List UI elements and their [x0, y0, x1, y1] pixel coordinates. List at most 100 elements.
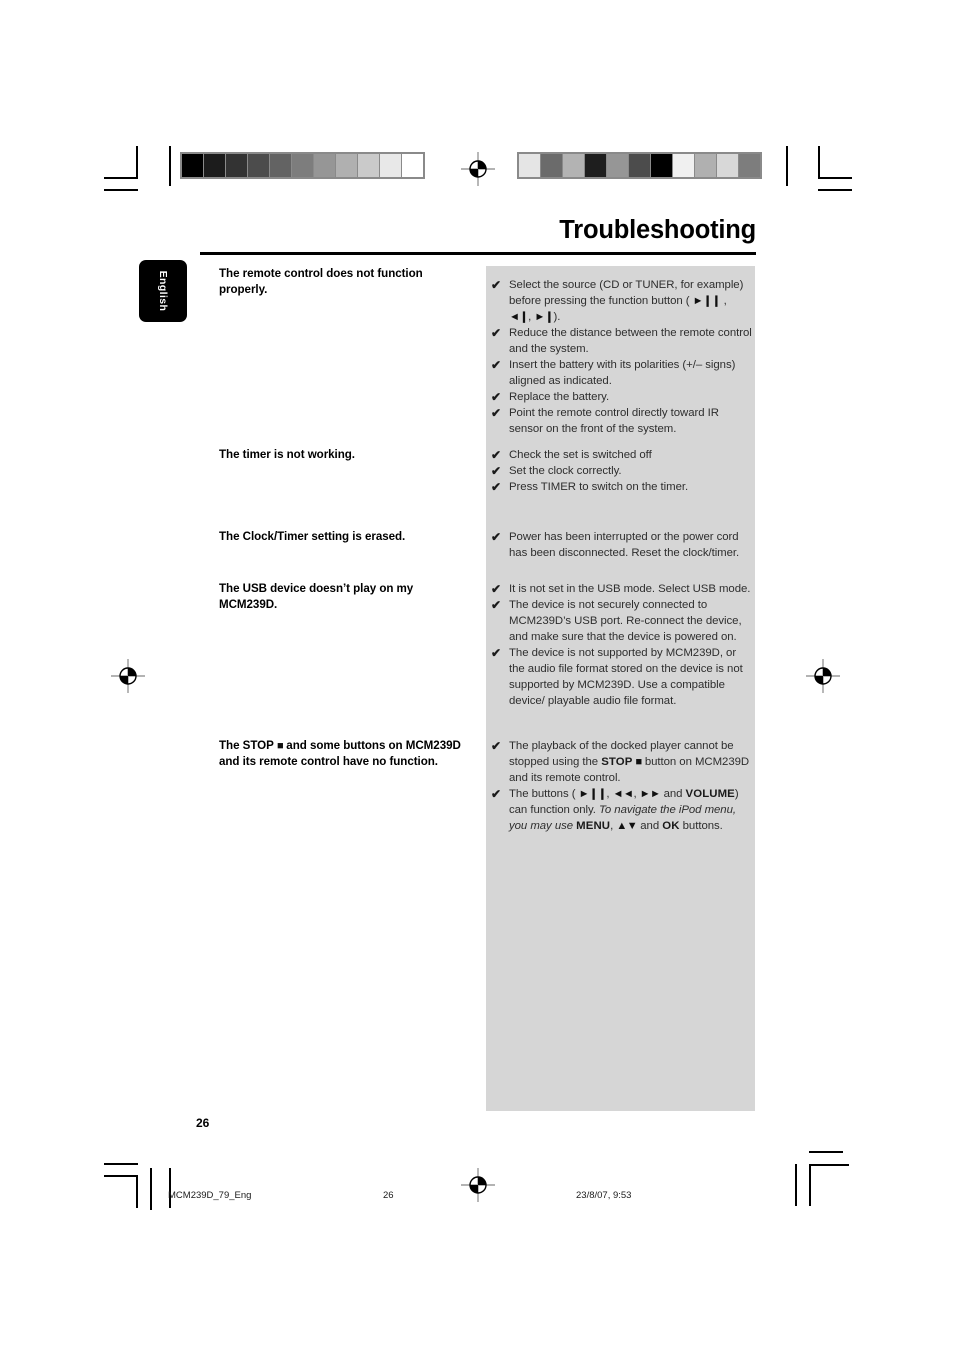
solution-item: ✔ It is not set in the USB mode. Select U… — [488, 581, 752, 597]
registration-mark-footer-center — [461, 1168, 495, 1202]
language-tab-label: English — [157, 270, 169, 312]
color-patch — [651, 154, 672, 177]
color-patch — [739, 154, 760, 177]
crop-mark-bottom-left-corner-horizontal — [104, 1175, 138, 1177]
color-patch — [204, 154, 225, 177]
checkmark-icon: ✔ — [491, 448, 502, 462]
checkmark-icon: ✔ — [491, 464, 502, 478]
checkmark-icon: ✔ — [491, 390, 502, 404]
crop-mark-bottom-right-upper-horizontal — [809, 1151, 843, 1153]
solution-group: ✔ Select the source (CD or TUNER, for exa… — [488, 277, 752, 437]
solution-text: The playback of the docked player cannot… — [509, 740, 750, 784]
crop-mark-top-left-lower-horizontal — [104, 189, 138, 191]
page-number: 26 — [196, 1116, 210, 1130]
color-patch — [563, 154, 584, 177]
solution-text: Set the clock correctly. — [509, 465, 622, 477]
language-tab: English — [139, 260, 187, 322]
solution-text: Replace the battery. — [509, 391, 610, 403]
solution-item: ✔ The device is not supported by MCM239D,… — [488, 645, 752, 709]
color-patch — [673, 154, 694, 177]
color-patch — [226, 154, 247, 177]
solution-text: It is not set in the USB mode. Select US… — [509, 583, 751, 595]
page-title: Troubleshooting — [559, 216, 756, 244]
solution-text: Insert the battery with its polarities (… — [509, 359, 736, 387]
crop-mark-bottom-right-corner-horizontal — [809, 1164, 849, 1166]
registration-mark-top-center — [461, 152, 495, 186]
solution-text: The buttons ( ►❙❙, ◄◄, ►► and VOLUME) ca… — [509, 788, 739, 832]
solution-item: ✔ The buttons ( ►❙❙, ◄◄, ►► and VOLUME) c… — [488, 786, 752, 834]
crop-mark-bottom-left-corner-vertical — [136, 1175, 138, 1208]
color-patch — [336, 154, 357, 177]
solution-item: ✔ Set the clock correctly. — [488, 463, 752, 479]
footer-timestamp: 23/8/07, 9:53 — [576, 1190, 632, 1201]
color-patch — [248, 154, 269, 177]
solution-text: Power has been interrupted or the power … — [509, 531, 740, 559]
solution-text: The device is not securely connected to … — [509, 599, 742, 643]
solution-item: ✔ Reduce the distance between the remote … — [488, 325, 752, 357]
checkmark-icon: ✔ — [491, 480, 502, 494]
color-patch — [358, 154, 379, 177]
solution-item: ✔ Press TIMER to switch on the timer. — [488, 479, 752, 495]
solution-text: Check the set is switched off — [509, 449, 652, 461]
color-patch — [519, 154, 540, 177]
color-patch — [292, 154, 313, 177]
checkmark-icon: ✔ — [491, 406, 502, 420]
solution-text: Point the remote control directly toward… — [509, 407, 719, 435]
crop-mark-top-right-corner-vertical — [818, 146, 820, 179]
checkmark-icon: ✔ — [491, 646, 502, 660]
registration-mark-left-middle — [111, 659, 145, 693]
footer-rule — [150, 1168, 152, 1210]
solution-item: ✔ The playback of the docked player canno… — [488, 738, 752, 786]
solution-text: Select the source (CD or TUNER, for exam… — [509, 279, 744, 323]
color-patch — [270, 154, 291, 177]
footer-filename: MCM239D_79_Eng — [168, 1190, 252, 1201]
document-page: Troubleshooting English The remote contr… — [0, 0, 954, 1351]
checkmark-icon: ✔ — [491, 326, 502, 340]
crop-mark-bottom-right-vertical — [795, 1164, 797, 1206]
checkmark-icon: ✔ — [491, 739, 502, 753]
crop-mark-bottom-left-vertical — [169, 1168, 171, 1208]
solution-text: Reduce the distance between the remote c… — [509, 327, 752, 355]
grayscale-calibration-bar-left — [180, 152, 425, 179]
solution-item: ✔ Replace the battery. — [488, 389, 752, 405]
registration-mark-right-middle — [806, 659, 840, 693]
crop-mark-top-left-corner-vertical — [136, 146, 138, 179]
crop-mark-bottom-right-corner-vertical — [809, 1164, 811, 1206]
problem-heading: The USB device doesn’t play on my MCM239… — [219, 582, 414, 612]
footer-page-number: 26 — [383, 1190, 394, 1201]
solution-group: ✔ Power has been interrupted or the power… — [488, 529, 752, 561]
color-patch — [629, 154, 650, 177]
color-patch — [717, 154, 738, 177]
color-patch — [314, 154, 335, 177]
crop-mark-top-right-lower-horizontal — [818, 189, 852, 191]
solution-item: ✔ Power has been interrupted or the power… — [488, 529, 752, 561]
checkmark-icon: ✔ — [491, 278, 502, 292]
solution-panel: ✔ Select the source (CD or TUNER, for exa… — [486, 266, 755, 1111]
checkmark-icon: ✔ — [491, 598, 502, 612]
checkmark-icon: ✔ — [491, 530, 502, 544]
solution-item: ✔ Point the remote control directly towar… — [488, 405, 752, 437]
color-patch — [402, 154, 423, 177]
solution-item: ✔ Check the set is switched off — [488, 447, 752, 463]
problem-heading: The Clock/Timer setting is erased. — [219, 530, 406, 543]
color-patch — [380, 154, 401, 177]
solution-item: ✔ The device is not securely connected to… — [488, 597, 752, 645]
solution-text: The device is not supported by MCM239D, … — [509, 647, 743, 707]
color-patch — [541, 154, 562, 177]
checkmark-icon: ✔ — [491, 358, 502, 372]
crop-mark-top-left-vertical — [169, 146, 171, 186]
solution-item: ✔ Insert the battery with its polarities … — [488, 357, 752, 389]
problem-heading: The STOP ■ and some buttons on MCM239D a… — [219, 739, 461, 769]
solution-group: ✔ It is not set in the USB mode. Select U… — [488, 581, 752, 709]
problem-heading: The timer is not working. — [219, 448, 355, 461]
solution-group: ✔ The playback of the docked player canno… — [488, 738, 752, 834]
solution-group: ✔ Check the set is switched off ✔ Set the c… — [488, 447, 752, 495]
solution-item: ✔ Select the source (CD or TUNER, for exa… — [488, 277, 752, 325]
checkmark-icon: ✔ — [491, 787, 502, 801]
solution-text: Press TIMER to switch on the timer. — [509, 481, 689, 493]
crop-mark-top-right-corner-horizontal — [818, 177, 852, 179]
crop-mark-top-right-vertical — [786, 146, 788, 186]
checkmark-icon: ✔ — [491, 582, 502, 596]
title-divider — [200, 252, 756, 255]
color-patch — [607, 154, 628, 177]
